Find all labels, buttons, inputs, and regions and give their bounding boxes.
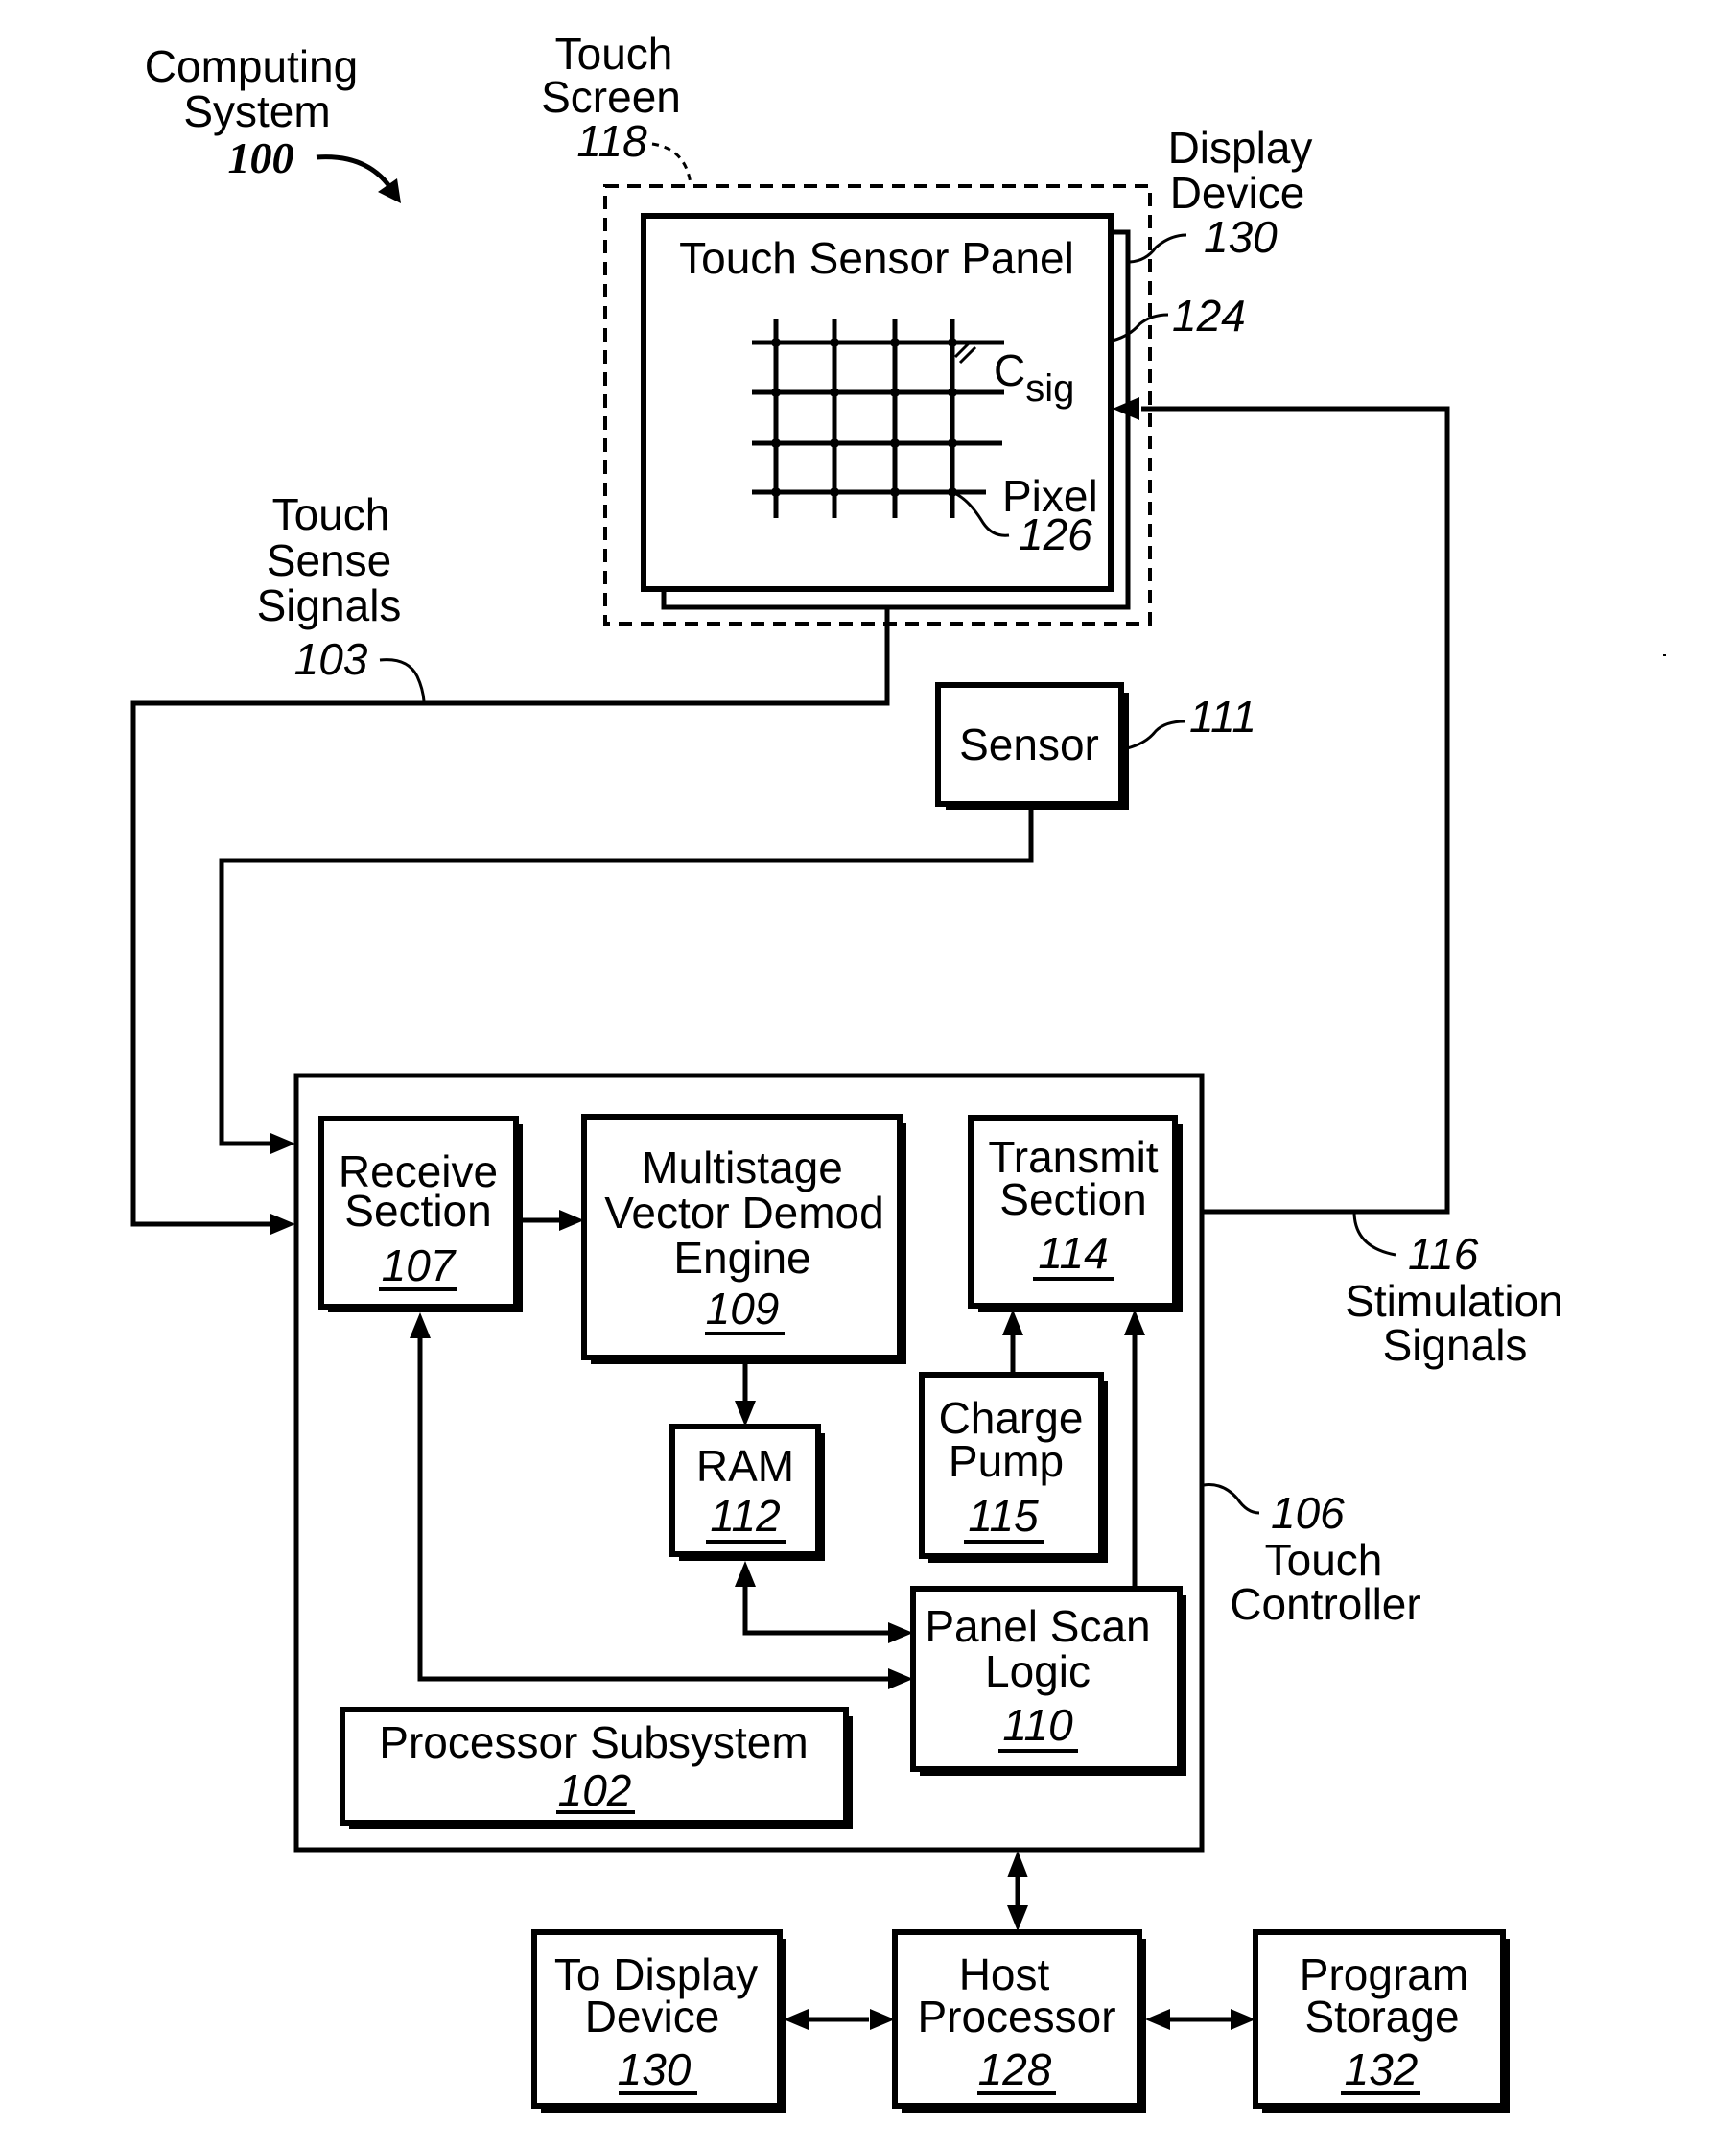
grid-node — [948, 388, 957, 397]
sensor-ref: 111 — [1189, 692, 1256, 742]
transmit-line2: Section — [999, 1174, 1146, 1224]
ram-panel-scan-line — [742, 1583, 890, 1636]
panel-scan-to-transmit-arrowhead-icon — [1124, 1310, 1145, 1335]
receive-up-arrowhead-icon — [410, 1312, 431, 1338]
host-left-arrowhead-icon — [870, 2009, 895, 2030]
stimulation-ref: 116 — [1408, 1229, 1479, 1279]
demod-line2: Vector Demod — [604, 1188, 883, 1238]
touch-sense-line3: Signals — [257, 580, 402, 630]
sensor-label: Sensor — [959, 720, 1099, 769]
grid-node — [890, 338, 900, 347]
touch-controller-ref: 106 — [1271, 1488, 1345, 1538]
touch-controller-leader — [1203, 1483, 1260, 1515]
display-device-line1: Display — [1168, 123, 1313, 173]
host-down-arrowhead-icon — [1007, 1905, 1028, 1931]
touch-screen-line2: Screen — [541, 72, 681, 122]
touch-sense-ref: 103 — [294, 634, 368, 684]
system-pointer-arrow-line — [316, 154, 396, 194]
grid-node — [890, 438, 900, 448]
grid-node — [771, 338, 781, 347]
touch-sense-leader — [379, 658, 426, 702]
stimulation-leader — [1352, 1211, 1396, 1257]
touch-screen-ref: 118 — [576, 116, 647, 166]
touch-sense-line2: Sense — [267, 535, 391, 585]
host-ref: 128 — [978, 2044, 1052, 2094]
grid-node — [830, 388, 839, 397]
panel-scan-from-ram-arrowhead-icon — [888, 1622, 913, 1643]
panel-scan-line2: Logic — [985, 1646, 1091, 1696]
demod-ref: 109 — [706, 1284, 780, 1334]
grid-node — [830, 438, 839, 448]
sensor-arrowhead-icon — [270, 1133, 295, 1154]
touch-sensor-panel-title: Touch Sensor Panel — [679, 233, 1074, 283]
display-device-ref: 130 — [1204, 212, 1278, 262]
touch-sense-signals-label: Touch Sense Signals 103 — [257, 489, 426, 702]
panel-ref: 124 — [1172, 291, 1246, 341]
program-line2: Storage — [1304, 1992, 1459, 2042]
grid-node — [830, 487, 839, 497]
computing-system-label: Computing System 100 — [145, 41, 401, 203]
ram-ref: 112 — [710, 1491, 780, 1541]
sensor-signal-line — [219, 806, 1034, 1146]
csig-subscript: sig — [1025, 367, 1074, 410]
system-pointer-arrowhead-icon — [378, 178, 401, 203]
grid-node — [890, 388, 900, 397]
csig-main: C — [994, 345, 1025, 395]
grid-node — [890, 487, 900, 497]
receive-line2: Section — [344, 1186, 491, 1236]
grid-node — [830, 338, 839, 347]
touch-sense-line1: Touch — [272, 489, 390, 539]
touch-controller-line1: Touch — [1265, 1535, 1383, 1585]
processor-line1: Processor Subsystem — [379, 1717, 808, 1767]
display-device-label: Display Device 130 124 — [1112, 123, 1313, 342]
grid-node — [948, 338, 957, 347]
grid-node — [771, 388, 781, 397]
charge-pump-to-transmit-arrowhead-icon — [1002, 1310, 1023, 1335]
grid-node — [771, 487, 781, 497]
program-ref: 132 — [1345, 2044, 1419, 2094]
ram-label: RAM — [696, 1441, 794, 1491]
scan-speck — [1663, 654, 1666, 656]
transmit-ref: 114 — [1038, 1228, 1108, 1278]
host-right-arrowhead-icon — [1145, 2009, 1170, 2030]
stimulation-signal-line — [1141, 406, 1450, 1215]
stimulation-line2: Signals — [1383, 1320, 1528, 1370]
panel-scan-line1: Panel Scan — [925, 1601, 1150, 1651]
controller-up-arrowhead-icon — [1007, 1851, 1028, 1877]
computing-system-line2: System — [183, 86, 330, 136]
computing-system-line1: Computing — [145, 41, 358, 91]
program-arrowhead-icon — [1231, 2009, 1255, 2030]
sensor-leader — [1126, 720, 1185, 750]
touch-screen-label: Touch Screen 118 — [541, 29, 692, 185]
processor-ref: 102 — [558, 1765, 632, 1815]
demod-line3: Engine — [673, 1233, 810, 1283]
to-display-ref: 130 — [618, 2044, 692, 2094]
touch-screen-leader — [651, 142, 692, 185]
panel-scan-from-receive-arrowhead-icon — [888, 1668, 913, 1689]
computing-system-ref: 100 — [228, 133, 294, 182]
pixel-ref: 126 — [1019, 509, 1092, 559]
touch-system-block-diagram: Computing System 100 Touch Screen 118 To… — [130, 29, 1666, 2113]
host-line2: Processor — [917, 1992, 1115, 2042]
charge-pump-ref: 115 — [968, 1491, 1039, 1541]
display-device-line2: Device — [1170, 168, 1305, 218]
display-device-leader — [1129, 233, 1187, 264]
receive-to-demod-arrowhead-icon — [559, 1210, 584, 1231]
panel-leader — [1112, 313, 1169, 342]
touch-sense-arrowhead-icon — [270, 1214, 295, 1235]
grid-node — [771, 438, 781, 448]
grid-node — [948, 438, 957, 448]
stimulation-line1: Stimulation — [1345, 1276, 1563, 1326]
charge-pump-line2: Pump — [949, 1436, 1064, 1486]
touch-controller-line2: Controller — [1230, 1579, 1420, 1629]
demod-to-ram-arrowhead-icon — [735, 1401, 756, 1427]
receive-ref: 107 — [382, 1240, 457, 1290]
panel-scan-ref: 110 — [1002, 1700, 1073, 1750]
to-display-line2: Device — [585, 1992, 720, 2042]
ram-up-arrowhead-icon — [735, 1561, 756, 1587]
to-display-arrowhead-icon — [784, 2009, 809, 2030]
demod-line1: Multistage — [642, 1143, 843, 1192]
